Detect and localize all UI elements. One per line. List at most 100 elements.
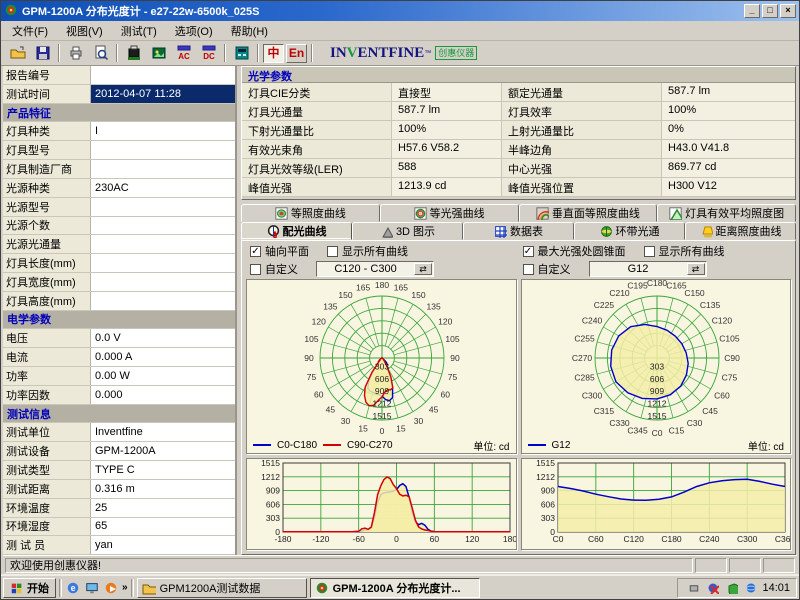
minimize-button[interactable]: _ [744,4,760,18]
checkbox-left-custom[interactable] [250,264,261,275]
quick-media-icon[interactable] [103,580,119,596]
tab-distance[interactable]: 距离照度曲线 [685,222,796,240]
checkbox-right-custom[interactable] [523,264,534,275]
field-value[interactable]: I [91,122,235,140]
tray-4-icon[interactable] [743,580,759,596]
field-value[interactable]: GPM-1200A [91,442,235,460]
menu-item[interactable]: 选项(O) [166,21,222,41]
field-value[interactable]: 0.316 m [91,480,235,498]
image-icon [151,45,167,61]
svg-text:30: 30 [414,416,424,426]
window-title: GPM-1200A 分布光度计 - e27-22w-6500k_025S [22,3,742,19]
plane-combo-left[interactable]: C120 - C300⇄ [316,261,434,277]
checkbox-label: 轴向平面 [265,243,309,259]
menu-item[interactable]: 文件(F) [3,21,57,41]
field-label: 灯具种类 [3,122,91,140]
field-label: 光源个数 [3,217,91,235]
toolbar-separator [58,44,60,62]
quick-desktop-icon[interactable] [84,580,100,596]
language-中-button[interactable]: 中 [263,44,284,63]
field-value[interactable] [91,235,235,253]
svg-text:AC: AC [178,52,190,61]
field-value[interactable] [91,273,235,291]
menu-item[interactable]: 帮助(H) [222,21,277,41]
field-value[interactable]: 2012-04-07 11:28 [91,85,235,103]
checkbox-right-cb1[interactable]: ✓ [523,246,534,257]
checkbox-label: 显示所有曲线 [659,243,725,259]
field-value[interactable]: 0.0 V [91,329,235,347]
combo-spin-icon[interactable]: ⇄ [414,263,432,275]
field-value[interactable] [91,217,235,235]
menu-item[interactable]: 视图(V) [57,21,112,41]
field-value[interactable]: 230AC [91,179,235,197]
open-button[interactable] [5,43,30,64]
dc-button[interactable]: DC [196,43,221,64]
field-value[interactable]: Inventfine [91,423,235,441]
optical-label: 灯具光效等级(LER) [242,159,392,177]
svg-text:105: 105 [304,334,318,344]
save-button[interactable] [30,43,55,64]
task-button[interactable]: GPM-1200A 分布光度计... [310,578,480,598]
tab-vertical-iso[interactable]: 垂直面等照度曲线 [519,204,658,222]
field-value[interactable] [91,198,235,216]
preview-button[interactable] [88,43,113,64]
field-value[interactable] [91,292,235,310]
svg-text:303: 303 [375,361,389,371]
field-label: 测试设备 [3,442,91,460]
checkbox-label: 自定义 [265,261,298,277]
close-button[interactable]: × [780,4,796,18]
start-flag-icon [10,581,24,595]
polar-chart-axial-planes: 1651501351201059075604530150153045607590… [246,279,517,454]
field-row: 光源光通量 [3,235,235,254]
tab-iso-candela[interactable]: 等光强曲线 [380,204,519,222]
field-value[interactable]: TYPE C [91,461,235,479]
svg-text:C300: C300 [581,391,602,401]
tray-3-icon[interactable] [724,580,740,596]
tab-polar[interactable]: 配光曲线 [241,222,352,240]
svg-text:C240: C240 [581,316,602,326]
image-button[interactable] [146,43,171,64]
field-value[interactable]: 65 [91,518,235,536]
device-button[interactable] [121,43,146,64]
start-button[interactable]: 开始 [3,578,56,598]
field-value[interactable] [91,160,235,178]
field-label: 灯具型号 [3,141,91,159]
field-value[interactable]: 0.000 [91,386,235,404]
save-icon [35,45,51,61]
checkbox-left-cb1[interactable]: ✓ [250,246,261,257]
field-row: 测试设备GPM-1200A [3,442,235,461]
field-value[interactable] [91,66,235,84]
print-button[interactable] [63,43,88,64]
tray-1-icon [688,582,700,594]
ac-button[interactable]: AC [171,43,196,64]
restore-button[interactable]: □ [762,4,778,18]
field-value[interactable]: yan [91,536,235,554]
svg-text:90: 90 [450,353,460,363]
language-En-button[interactable]: En [286,44,307,63]
field-value[interactable] [91,254,235,272]
tab-threed[interactable]: 3D 图示 [352,222,463,240]
tray-2-icon[interactable] [705,580,721,596]
tab-zone[interactable]: 环带光通 [574,222,685,240]
menu-item[interactable]: 测试(T) [112,21,166,41]
field-value[interactable]: 0.00 W [91,367,235,385]
combo-spin-icon[interactable]: ⇄ [687,263,705,275]
tab-avg-lux[interactable]: 灯具有效平均照度图 [657,204,796,222]
dc-icon: DC [201,45,217,61]
plane-combo-right[interactable]: G12⇄ [589,261,707,277]
panel-button[interactable] [229,43,254,64]
checkbox-right-cb2[interactable] [644,246,655,257]
chevron-icon[interactable]: » [122,582,128,593]
quick-ie-icon[interactable]: e [65,580,81,596]
task-button[interactable]: GPM1200A测试数据 [137,578,307,598]
tab-iso-lux[interactable]: 等照度曲线 [241,204,380,222]
svg-text:90: 90 [304,353,314,363]
checkbox-left-cb2[interactable] [327,246,338,257]
tab-table[interactable]: 数据表 [463,222,574,240]
field-row: 灯具种类I [3,122,235,141]
controls-line: 自定义G12⇄ [523,261,788,277]
field-value[interactable]: 25 [91,499,235,517]
tray-1-icon[interactable] [686,580,702,596]
field-value[interactable] [91,141,235,159]
field-value[interactable]: 0.000 A [91,348,235,366]
